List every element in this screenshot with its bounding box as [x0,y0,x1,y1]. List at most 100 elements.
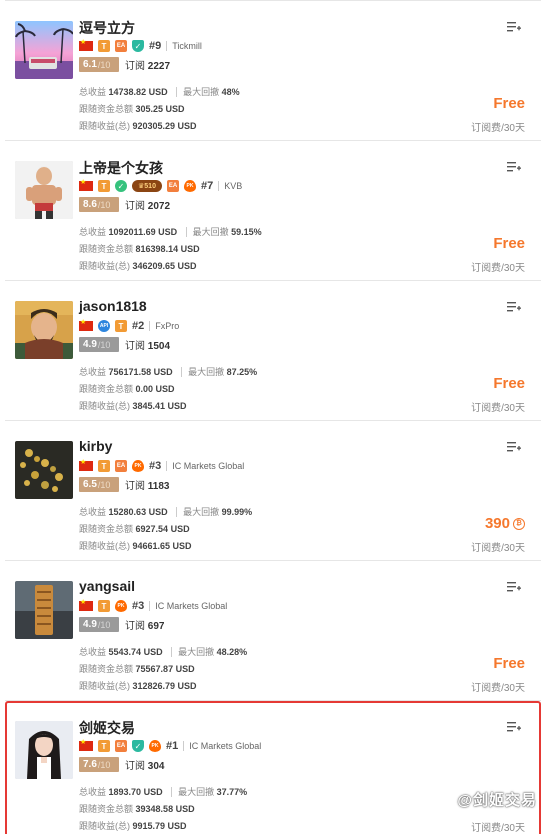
shield-check-icon: ✓ [132,40,144,52]
score-badge: 4.9/10 [79,617,119,632]
china-flag-icon [79,318,93,331]
follow-profit-row: 跟随收益(总) 920305.29 USD [79,121,197,131]
score-row: 7.6/10 订阅 304 [79,757,164,772]
trader-card[interactable]: yangsail T PK #3 IC Markets Global 4.9/10… [5,561,541,701]
score-badge: 4.9/10 [79,337,119,352]
pk-flame-icon: PK [132,460,144,472]
follow-funds-row: 跟随资金总额 816398.14 USD [79,244,200,254]
total-profit-row: 总收益 1893.70 USD 最大回撤 37.77% [79,787,248,797]
trader-name[interactable]: 剑姬交易 [79,718,135,738]
follow-profit-row: 跟随收益(总) 9915.79 USD [79,821,187,831]
broker-name: KVB [224,181,243,191]
subscriber-count: 订阅 1183 [125,481,170,492]
wood-avatar[interactable] [15,581,73,639]
score-badge: 6.1/10 [79,57,119,72]
divider [183,741,185,751]
badge-row: T EA PK #3 IC Markets Global [79,458,245,473]
t-badge-icon: T [98,740,110,752]
china-flag-icon [79,38,93,51]
score-badge: 6.5/10 [79,477,119,492]
t-badge-icon: T [98,600,110,612]
ea-badge-icon: EA [115,460,127,472]
trader-name[interactable]: jason1818 [79,298,147,314]
watermark: @剑姬交易 [457,792,537,809]
bracelet-avatar[interactable] [15,441,73,499]
china-flag-icon [79,598,93,611]
china-flag-icon [79,738,93,751]
subscription-period: 订阅费/30天 [471,683,525,694]
palm-beach-avatar[interactable] [15,21,73,79]
follow-profit-row: 跟随收益(总) 312826.79 USD [79,681,197,691]
subscription-price[interactable]: Free [493,375,525,392]
broker-name: IC Markets Global [155,601,228,611]
rank-label: #3 [132,600,145,612]
subscriber-count: 订阅 1504 [125,341,171,352]
score-row: 4.9/10 订阅 1504 [79,337,170,352]
subscription-price[interactable]: Free [493,655,525,672]
trader-card[interactable]: kirby T EA PK #3 IC Markets Global 6.5/10 … [5,421,541,561]
total-profit-row: 总收益 15280.63 USD 最大回撤 99.99% [79,507,253,517]
china-flag-icon [79,458,93,471]
subscription-price[interactable]: Free [493,235,525,252]
follow-funds-row: 跟随资金总额 75567.87 USD [79,664,195,674]
verified-check-icon: ✓ [115,180,127,192]
add-to-list-icon[interactable] [507,581,521,593]
general-avatar[interactable] [15,301,73,359]
badge-row: T PK #3 IC Markets Global [79,598,228,613]
girl-avatar[interactable] [15,721,73,779]
ea-badge-icon: EA [115,740,127,752]
api-badge-icon: API [98,320,110,332]
subscription-period: 订阅费/30天 [471,403,525,414]
total-profit-row: 总收益 14738.82 USD 最大回撤 48% [79,87,240,97]
divider [218,181,220,191]
broker-name: IC Markets Global [172,461,245,471]
fighter-avatar[interactable] [15,161,73,219]
subscriber-count: 订阅 2072 [125,201,171,212]
rank-label: #2 [132,320,145,332]
pk-flame-icon: PK [149,740,161,752]
follow-funds-row: 跟随资金总额 6927.54 USD [79,524,190,534]
ea-badge-icon: EA [115,40,127,52]
t-badge-icon: T [98,180,110,192]
trader-name[interactable]: 逗号立方 [79,18,135,38]
badge-row: T EA ✓ PK #1 IC Markets Global [79,738,262,753]
score-row: 6.5/10 订阅 1183 [79,477,169,492]
t-badge-icon: T [98,460,110,472]
add-to-list-icon[interactable] [507,161,521,173]
broker-name: IC Markets Global [189,741,262,751]
trader-card[interactable]: 剑姬交易 T EA ✓ PK #1 IC Markets Global 7.6/10 … [5,701,541,834]
china-flag-icon [79,178,93,191]
trader-card[interactable]: 上帝是个女孩 T✓♛510EAPK #7 KVB 8.6/10 订阅 2072 … [5,141,541,281]
rank-label: #3 [149,460,162,472]
follow-funds-row: 跟随资金总额 39348.58 USD [79,804,195,814]
subscription-price[interactable]: Free [493,95,525,112]
trader-name[interactable]: 上帝是个女孩 [79,158,163,178]
badge-row: API T #2 FxPro [79,318,180,333]
add-to-list-icon[interactable] [507,21,521,33]
score-badge: 8.6/10 [79,197,119,212]
trader-card[interactable]: jason1818 API T #2 FxPro 4.9/10 订阅 1504 总… [5,281,541,421]
score-row: 4.9/10 订阅 697 [79,617,164,632]
divider [166,41,168,51]
trader-name[interactable]: kirby [79,438,112,454]
trader-card[interactable]: 逗号立方 T EA ✓ #9 Tickmill 6.1/10 订阅 2227 总收益… [5,0,541,141]
pk-flame-icon: PK [115,600,127,612]
trader-name[interactable]: yangsail [79,578,135,594]
total-profit-row: 总收益 756171.58 USD 最大回撤 87.25% [79,367,258,377]
shield-check-icon: ✓ [132,740,144,752]
broker-name: FxPro [155,321,180,331]
follow-profit-row: 跟随收益(总) 3845.41 USD [79,401,187,411]
t-badge-icon: T [98,40,110,52]
total-profit-row: 总收益 5543.74 USD 最大回撤 48.28% [79,647,248,657]
subscription-period: 订阅费/30天 [471,123,525,134]
score-row: 8.6/10 订阅 2072 [79,197,170,212]
badge-row: T ✓ ♛510 EA PK #7 KVB [79,178,243,193]
divider [149,601,151,611]
add-to-list-icon[interactable] [507,441,521,453]
subscription-price[interactable]: 390 ₿ [485,515,525,532]
rank-label: #9 [149,40,162,52]
add-to-list-icon[interactable] [507,301,521,313]
broker-name: Tickmill [172,41,202,51]
rank-label: #1 [166,740,179,752]
add-to-list-icon[interactable] [507,721,521,733]
